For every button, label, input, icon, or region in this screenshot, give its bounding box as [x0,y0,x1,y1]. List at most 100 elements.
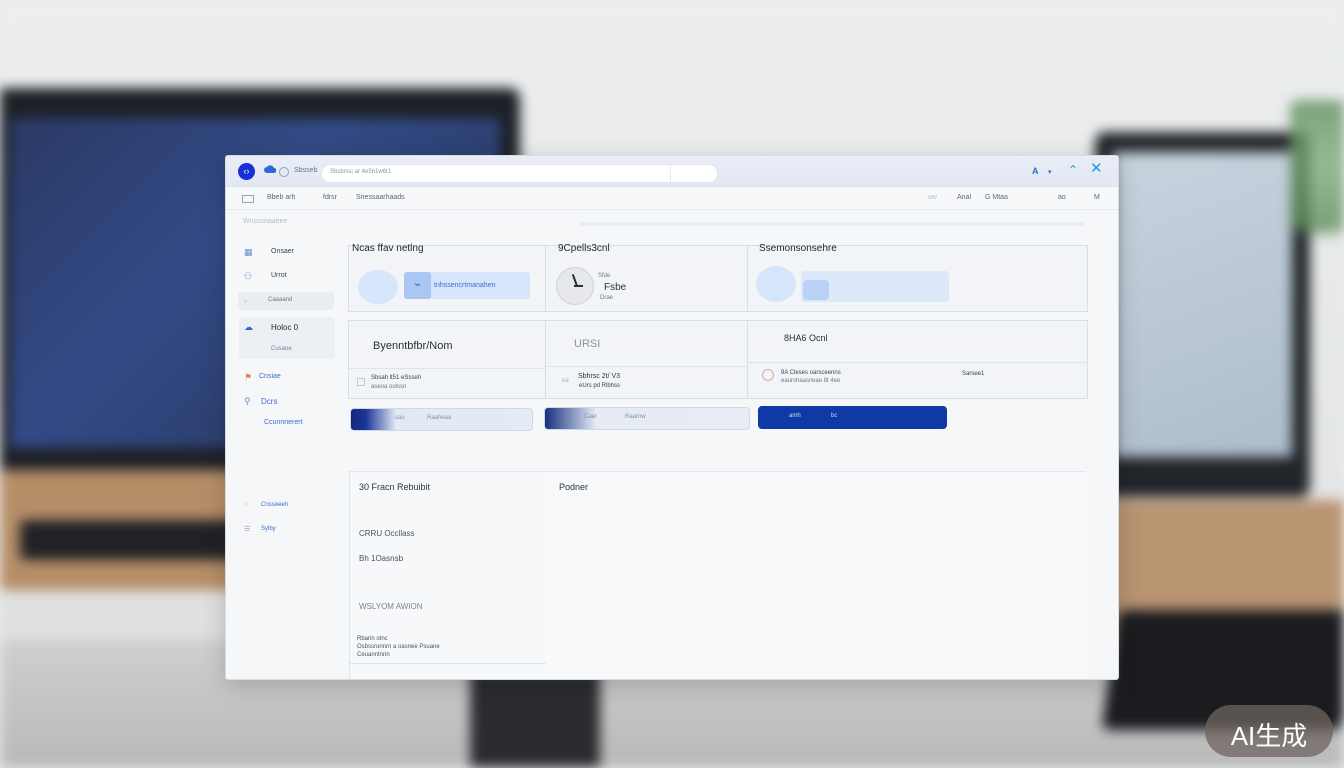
sidebar-item-7[interactable]: Ccunnnerert [238,414,334,432]
app-name: Sbsseb [294,167,318,174]
app-logo-icon[interactable]: ‹› [238,163,255,180]
card-subtext-1: 9A Cleses oarsceenns [781,370,841,376]
primary-button[interactable]: amh bc [758,406,947,429]
circle-icon: ○ [244,501,249,508]
shield-icon: ⌁ [404,272,431,299]
card-subtext-2: eUrs pd Rlbhss [579,383,621,389]
card-subtext-1: Sbsah lt51 eSsseh [371,375,422,381]
sidebar-footer-item-1[interactable]: ○ Cnsseeeh [238,497,334,515]
card-overview[interactable]: Ncas ffav netlng ⌁ tnhssencrtmanahen [348,243,547,312]
sidebar-item-5[interactable]: ⚑ Cnsiae [238,368,334,386]
card-clock[interactable]: 9Cpells3cnl Sfde Fsbe Drae [545,243,749,312]
watermark-text: AI生成 [1230,721,1308,751]
sidebar-item-label: Ccunnnerert [264,419,303,426]
chevron-down-icon[interactable]: ▾ [1048,168,1052,176]
avatar [358,270,398,304]
breadcrumb[interactable]: Wnsscnaaeee [243,218,287,225]
card-metric-2[interactable]: URSI ea Sbhrsc 2t/ V3 eUrs pd Rlbhss [545,320,749,399]
sidebar-footer-item-2[interactable]: ☰ Sylby [238,521,334,539]
info-pill[interactable]: ⌁ tnhssencrtmanahen [404,272,530,299]
menu-right-2[interactable]: Anal [957,194,971,201]
top-progress-strip [579,222,1084,226]
panel-line-1: CRRU Occllass [359,529,415,538]
clock-line-2: Fsbe [604,282,627,293]
menu-grid-icon[interactable] [242,195,254,203]
sidebar-item-label: Onsaer [271,248,294,255]
cloud-icon[interactable] [264,165,276,174]
card-metric-3[interactable]: 8HA6 Ocnl 9A Cleses oarsceenns eaurshaas… [747,320,1088,399]
sidebar-item-4[interactable]: ☁ Holoc 0 [238,318,334,336]
panel-foot-2: Osbssronnrn a oasnee Psuane [357,644,440,650]
sidebar-item-label: Caaaand [268,297,293,303]
action-button-1[interactable]: sau Raaheaa [350,408,533,431]
sidebar-item-3[interactable]: ◦ Caaaand [238,292,334,310]
menu-right-3[interactable]: G Mtaa [985,194,1008,201]
users-icon: ⚇ [244,271,253,281]
button-label: amh [789,413,801,419]
card-summary[interactable]: Ssemonsonsehre [747,243,1088,312]
address-text: Sbsbnsc ar 4e5h1w6t1 [330,169,392,175]
card-mark: ea [562,378,569,384]
menu-item-1[interactable]: Bbeb arh [267,194,295,201]
button-label-2: bc [831,413,838,419]
cloud-icon: ☁ [244,322,253,332]
clock-line-3: Drae [600,295,614,301]
close-icon[interactable]: ✕ [1090,161,1103,177]
sidebar-item-label: Cnsiae [259,373,281,380]
menu-right-4[interactable]: ao [1058,194,1066,201]
card-subtext-2: eaurshaasrwae 8t 4ee [781,378,841,384]
panel-foot-3: Ceuanntnnn [357,652,390,658]
menu-lines-icon: ☰ [244,526,251,533]
sidebar-item-6[interactable]: ⚲ Dcrs [238,392,334,410]
card-right-text: Sarsee1 [962,371,985,377]
address-bar[interactable]: Sbsbnsc ar 4e5h1w6t1 [321,164,718,183]
button-label-2: Raaheaa [427,415,452,421]
panel-title: 30 Fracn Rebuibit [359,482,431,492]
card-title: Byenntbfbr/Nom [373,340,453,352]
sidebar-item-label: Dcrs [261,397,278,406]
sidebar-item-label: Cusaoe [271,346,292,352]
button-label: sau [395,415,405,421]
menu-right-5[interactable]: M [1094,194,1100,201]
sidebar-subitem[interactable]: Cusaoe [238,341,334,359]
calendar-icon: ▦ [244,247,253,257]
avatar [756,266,796,302]
titlebar: ‹› Sbsseb Sbsbnsc ar 4e5h1w6t1 A ▾ ⌃ ✕ [226,156,1118,187]
app-window: ‹› Sbsseb Sbsbnsc ar 4e5h1w6t1 A ▾ ⌃ ✕ B… [225,155,1119,680]
card-subtext-1: Sbhrsc 2t/ V3 [578,373,621,380]
card-title: 9Cpells3cnl [558,243,610,254]
minimize-icon[interactable]: ⌃ [1068,163,1078,177]
panel-foot-1: Rbarin otnc [357,636,388,642]
right-detail-panel: Podner [546,471,1086,679]
checkbox-icon[interactable] [357,378,365,386]
sidebar-item-1[interactable]: ▦ Onsaer [238,243,334,261]
sidebar-item-label: Sylby [261,526,276,532]
panel-title: Podner [559,482,589,492]
account-icon[interactable]: A [1032,166,1039,176]
clock-icon [556,267,594,305]
sidebar-item-label: Urrot [271,272,287,279]
menu-right-1[interactable]: ow [928,194,937,201]
clock-line-1: Sfde [598,273,611,279]
layers-icon: ◦ [244,296,248,306]
card-metric-1[interactable]: Byenntbfbr/Nom Sbsah lt51 eSsseh aseoa o… [348,320,547,399]
nav-dot-icon[interactable] [279,167,289,177]
pin-icon: ⚲ [244,396,251,406]
menubar: Bbeb arh fdrsr Snessaarhaads ow Anal G M… [226,187,1118,210]
action-button-2[interactable]: Caer Raarnw [544,407,750,430]
flag-icon: ⚑ [244,372,253,382]
info-pill[interactable] [801,271,949,302]
left-detail-panel: 30 Fracn Rebuibit CRRU Occllass Bh 1Oasn… [349,471,548,679]
card-subtext-2: aseoa oolssn [371,384,407,390]
pill-text: tnhssencrtmanahen [434,282,496,289]
menu-item-3[interactable]: Snessaarhaads [356,194,405,201]
alert-icon [762,369,774,381]
card-title: URSI [574,338,601,350]
sidebar-item-label: Holoc 0 [271,323,299,332]
sidebar-item-2[interactable]: ⚇ Urrot [238,267,334,285]
button-label-2: Raarnw [625,414,646,420]
menu-item-2[interactable]: fdrsr [323,194,337,201]
sidebar-item-label: Cnsseeeh [261,502,289,508]
ai-generated-badge: AI生成 [1205,705,1333,757]
sidebar: ▦ Onsaer ⚇ Urrot ◦ Caaaand ☁ Holoc 0 Cus… [238,234,338,664]
